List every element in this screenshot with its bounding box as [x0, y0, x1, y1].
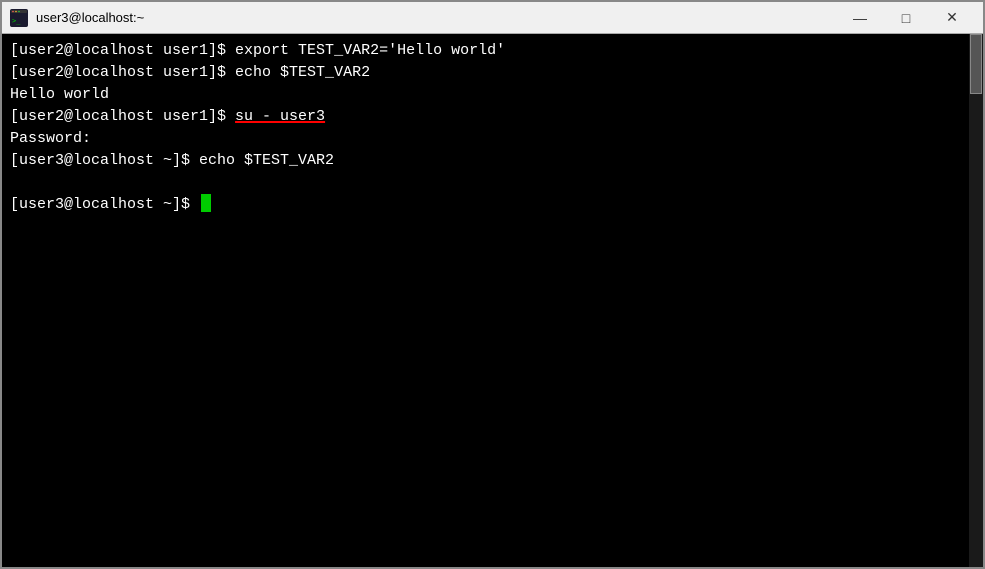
terminal-body[interactable]: [user2@localhost user1]$ export TEST_VAR… — [2, 34, 983, 567]
terminal-output: Password: — [10, 128, 975, 150]
terminal-line: [user2@localhost user1]$ export TEST_VAR… — [10, 40, 975, 62]
title-bar: >_ user3@localhost:~ — □ ✕ — [2, 2, 983, 34]
prompt: [user2@localhost user1]$ — [10, 42, 235, 59]
prompt: [user3@localhost ~]$ — [10, 196, 199, 213]
terminal-line: [user2@localhost user1]$ su - user3 — [10, 106, 975, 128]
command-text: export TEST_VAR2='Hello world' — [235, 42, 505, 59]
svg-text:>_: >_ — [12, 17, 21, 25]
terminal-cursor — [201, 194, 211, 212]
command-text: echo $TEST_VAR2 — [235, 64, 370, 81]
terminal-line: [user3@localhost ~]$ echo $TEST_VAR2 — [10, 150, 975, 172]
close-button[interactable]: ✕ — [929, 2, 975, 34]
terminal-icon: >_ — [10, 9, 28, 27]
scrollbar-thumb[interactable] — [970, 34, 982, 94]
output-text: Password: — [10, 130, 91, 147]
window-controls: — □ ✕ — [837, 2, 975, 34]
terminal-line: [user2@localhost user1]$ echo $TEST_VAR2 — [10, 62, 975, 84]
terminal-output: Hello world — [10, 84, 975, 106]
maximize-button[interactable]: □ — [883, 2, 929, 34]
command-text: echo $TEST_VAR2 — [199, 152, 334, 169]
terminal-current-line: [user3@localhost ~]$ — [10, 194, 975, 216]
terminal-window: >_ user3@localhost:~ — □ ✕ [user2@localh… — [0, 0, 985, 569]
output-text: Hello world — [10, 86, 109, 103]
window-title: user3@localhost:~ — [36, 10, 837, 25]
prompt: [user3@localhost ~]$ — [10, 152, 199, 169]
prompt: [user2@localhost user1]$ — [10, 64, 235, 81]
output-text — [10, 174, 19, 191]
minimize-button[interactable]: — — [837, 2, 883, 34]
terminal-output — [10, 172, 975, 194]
scrollbar[interactable] — [969, 34, 983, 567]
command-text-underlined: su - user3 — [235, 108, 325, 125]
prompt: [user2@localhost user1]$ — [10, 108, 235, 125]
